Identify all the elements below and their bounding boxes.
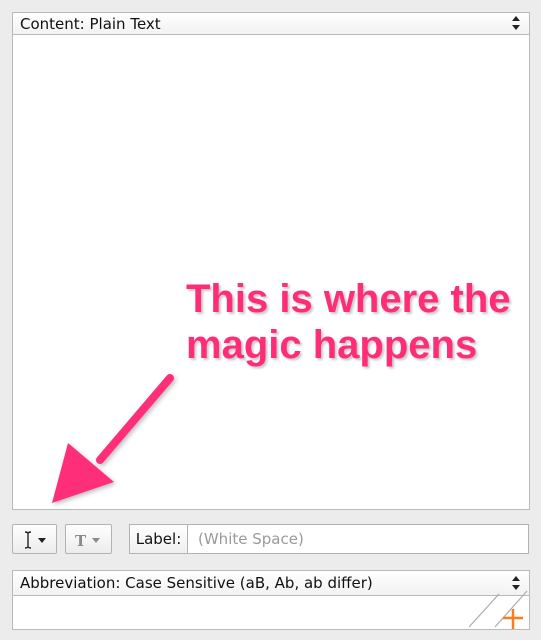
label-caption: Label: xyxy=(130,525,188,553)
content-type-popup-label: Content: Plain Text xyxy=(20,14,161,33)
svg-text:T: T xyxy=(75,532,87,550)
abbreviation-panel: Abbreviation: Case Sensitive (aB, Ab, ab… xyxy=(12,570,530,630)
content-panel: Content: Plain Text xyxy=(12,12,530,510)
content-type-popup[interactable]: Content: Plain Text xyxy=(13,13,529,35)
abbreviation-case-popup[interactable]: Abbreviation: Case Sensitive (aB, Ab, ab… xyxy=(13,571,529,596)
annotation-callout: This is where the magic happens xyxy=(186,276,526,368)
updown-arrows-icon xyxy=(512,16,520,30)
label-input[interactable] xyxy=(188,525,528,553)
annotation-line-1: This is where the xyxy=(186,277,511,321)
text-cursor-icon xyxy=(24,531,46,549)
font-menu-button[interactable]: T xyxy=(65,524,112,554)
annotation-line-2: magic happens xyxy=(186,323,478,367)
abbreviation-input[interactable] xyxy=(13,596,529,629)
abbreviation-case-popup-label: Abbreviation: Case Sensitive (aB, Ab, ab… xyxy=(20,574,373,592)
font-icon: T xyxy=(75,532,100,550)
insert-cursor-button[interactable] xyxy=(12,524,57,554)
label-field-group: Label: xyxy=(129,524,529,554)
snippet-content-editor[interactable] xyxy=(13,35,529,509)
resize-grip-icon[interactable] xyxy=(469,589,529,629)
